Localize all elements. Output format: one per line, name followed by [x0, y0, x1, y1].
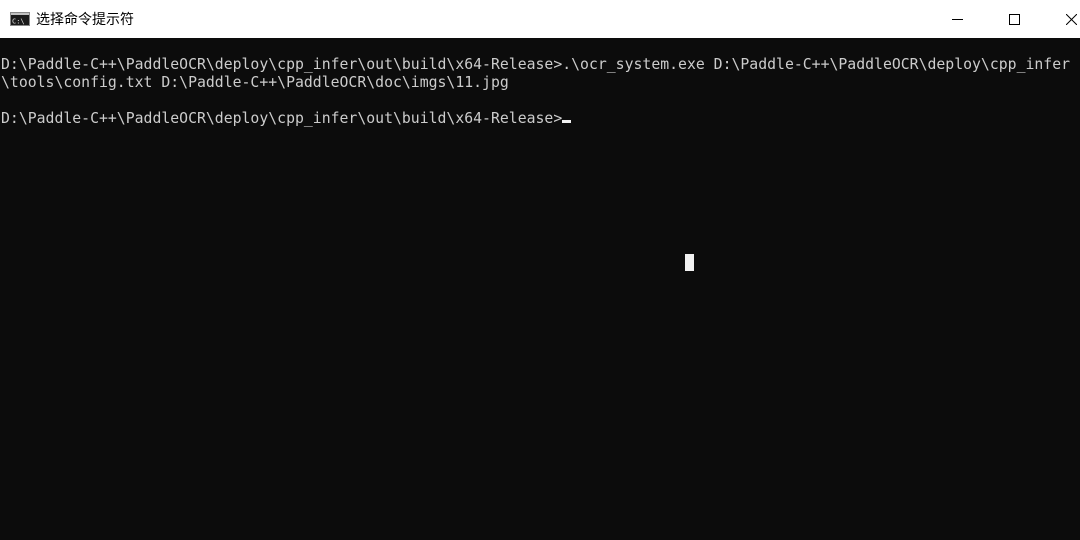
minimize-button[interactable]	[929, 0, 986, 38]
close-icon	[1066, 13, 1077, 25]
maximize-icon	[1009, 13, 1020, 25]
console-line: \tools\config.txt D:\Paddle-C++\PaddleOC…	[1, 74, 509, 91]
window-controls	[929, 0, 1080, 38]
text-cursor	[562, 120, 572, 123]
console-output[interactable]: D:\Paddle-C++\PaddleOCR\deploy\cpp_infer…	[0, 38, 1080, 540]
console-prompt: D:\Paddle-C++\PaddleOCR\deploy\cpp_infer…	[1, 110, 563, 127]
console-line: D:\Paddle-C++\PaddleOCR\deploy\cpp_infer…	[1, 56, 1071, 73]
cmd-icon: C:\	[10, 12, 30, 26]
window-title: 选择命令提示符	[36, 12, 134, 28]
command-prompt-window: C:\ 选择命令提示符 D:\Paddle-C++\PaddleOCR\depl…	[0, 0, 1080, 540]
console-prompt-line: D:\Paddle-C++\PaddleOCR\deploy\cpp_infer…	[1, 110, 572, 128]
close-button[interactable]	[1043, 0, 1080, 38]
minimize-icon	[952, 14, 963, 25]
mouse-ibeam-cursor	[685, 254, 694, 271]
title-bar[interactable]: C:\ 选择命令提示符	[0, 0, 1080, 38]
maximize-button[interactable]	[986, 0, 1043, 38]
svg-text:C:\: C:\	[12, 18, 25, 26]
